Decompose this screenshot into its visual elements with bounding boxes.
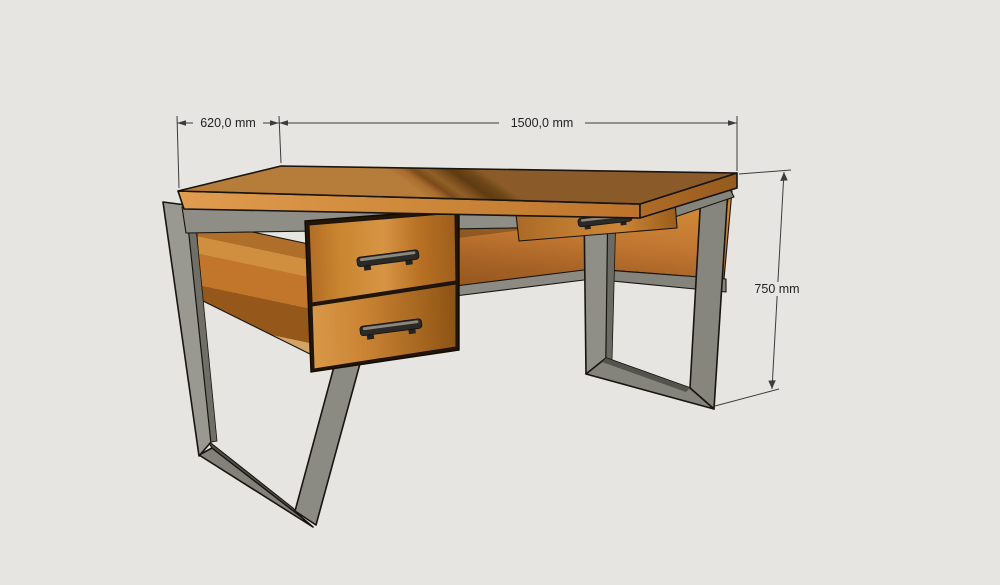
scene-background [0, 0, 1000, 585]
dimension-depth-label: 620,0 mm [200, 116, 256, 130]
desk-rendering: 620,0 mm 1500,0 mm 750 mm [0, 0, 1000, 585]
dimension-height-label: 750 mm [754, 282, 799, 296]
desktop [178, 166, 737, 218]
desk-drawing-canvas: 620,0 mm 1500,0 mm 750 mm [0, 0, 1000, 585]
dimension-width-label: 1500,0 mm [511, 116, 574, 130]
drawer-pedestal [305, 209, 459, 372]
